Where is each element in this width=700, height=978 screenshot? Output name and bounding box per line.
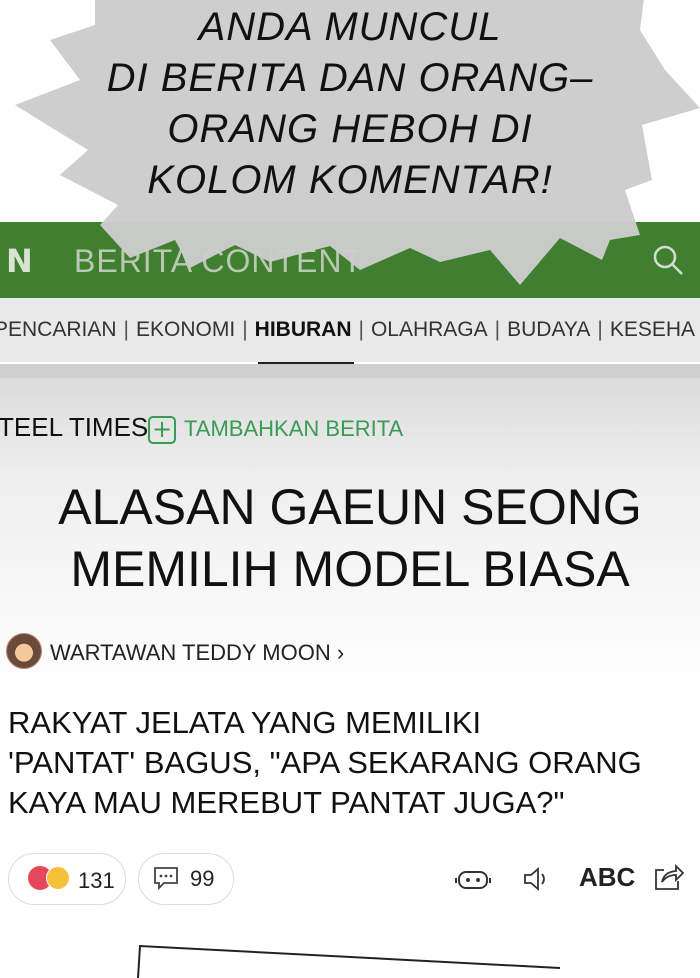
speech-bubble-text: ANDA MUNCUL DI BERITA DAN ORANG– ORANG H… bbox=[100, 2, 600, 206]
subhead-line: RAKYAT JELATA YANG MEMILIKI bbox=[8, 705, 482, 740]
summary-bot-icon[interactable] bbox=[455, 866, 491, 892]
tab-budaya[interactable]: BUDAYA bbox=[507, 318, 590, 341]
happy-emoji-icon bbox=[46, 866, 70, 890]
article-headline: ALASAN GAEUN SEONG MEMILIH MODEL BIASA bbox=[0, 476, 700, 600]
comment-icon bbox=[154, 867, 178, 890]
tab-kesehatan[interactable]: KESEHA bbox=[610, 318, 695, 341]
tab-hiburan[interactable]: HIBURAN bbox=[255, 318, 352, 341]
chevron-right-icon: › bbox=[336, 640, 345, 665]
nav-separator: | bbox=[494, 318, 501, 341]
nav-separator: | bbox=[597, 318, 603, 341]
subhead-line: KAYA MAU MEREBUT PANTAT JUGA?" bbox=[8, 785, 565, 820]
divider-bar bbox=[0, 364, 700, 378]
publisher-name[interactable]: TEEL TIMES bbox=[0, 412, 148, 443]
share-icon[interactable] bbox=[652, 862, 684, 892]
add-icon[interactable]: + bbox=[148, 416, 176, 444]
speaker-icon[interactable] bbox=[522, 866, 552, 892]
tab-ekonomi[interactable]: EKONOMI bbox=[136, 318, 235, 341]
reaction-count: 131 bbox=[78, 868, 115, 893]
next-panel-edge bbox=[137, 944, 561, 978]
reporter-avatar[interactable] bbox=[6, 633, 42, 669]
headline-line: MEMILIH MODEL BIASA bbox=[70, 541, 630, 597]
tab-olahraga[interactable]: OLAHRAGA bbox=[371, 318, 488, 341]
bubble-line: KOLOM KOMENTAR! bbox=[147, 158, 553, 202]
nav-separator: | bbox=[123, 318, 129, 341]
text-size-button[interactable]: ABC bbox=[579, 862, 635, 893]
reporter-name: WARTAWAN TEDDY MOON bbox=[50, 640, 331, 665]
nav-separator: | bbox=[242, 318, 248, 341]
comment-count: 99 bbox=[190, 866, 215, 891]
category-nav: PENCARIAN | EKONOMI | HIBURAN | OLAHRAGA | BUDAY… bbox=[0, 298, 700, 362]
bubble-line: ORANG HEBOH DI bbox=[167, 107, 533, 151]
reporter-link[interactable]: WARTAWAN TEDDY MOON › bbox=[50, 640, 344, 666]
headline-line: ALASAN GAEUN SEONG bbox=[58, 479, 642, 535]
bubble-line: ANDA MUNCUL bbox=[198, 5, 502, 49]
add-news-button[interactable]: TAMBAHKAN BERITA bbox=[184, 416, 403, 442]
bubble-line: DI BERITA DAN ORANG– bbox=[106, 56, 594, 100]
article-subhead: RAKYAT JELATA YANG MEMILIKI 'PANTAT' BAG… bbox=[8, 703, 688, 823]
subhead-line: 'PANTAT' BAGUS, "APA SEKARANG ORANG bbox=[8, 745, 642, 780]
tab-pencarian[interactable]: PENCARIAN bbox=[0, 318, 117, 341]
nav-separator: | bbox=[358, 318, 364, 341]
